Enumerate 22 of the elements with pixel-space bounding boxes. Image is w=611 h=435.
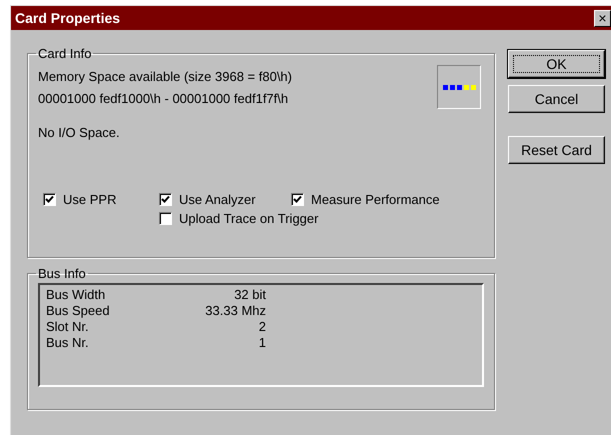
property-name: Bus Width <box>46 287 106 303</box>
checkbox-label: Use Analyzer <box>179 192 256 207</box>
dialog-button[interactable]: OK <box>508 50 605 78</box>
property-value: 1 <box>258 335 266 351</box>
group-title: Bus Info <box>37 266 87 281</box>
property-value: 33.33 Mhz <box>204 303 266 319</box>
property-value: 32 bit <box>233 287 266 303</box>
property-value: 2 <box>258 319 266 335</box>
checkbox-label: Measure Performance <box>311 192 440 207</box>
checkbox-label: Upload Trace on Trigger <box>179 211 318 226</box>
dialog-button[interactable]: Cancel <box>508 85 605 113</box>
window-title: Card Properties <box>15 10 120 26</box>
close-button[interactable]: × <box>594 10 611 26</box>
memory-text: Memory Space available (size 3968 = f80\h) <box>38 69 292 86</box>
checkbox-label: Use PPR <box>63 192 116 207</box>
group-title: Card Info <box>37 46 92 61</box>
memory-text: 00001000 fedf1000\h - 00001000 fedf1f7f\h <box>38 91 290 108</box>
io-text: No I/O Space. <box>38 125 121 140</box>
property-name: Slot Nr. <box>46 319 90 335</box>
dialog-button[interactable]: Reset Card <box>508 136 605 164</box>
property-name: Bus Speed <box>46 303 111 319</box>
property-name: Bus Nr. <box>46 335 90 351</box>
